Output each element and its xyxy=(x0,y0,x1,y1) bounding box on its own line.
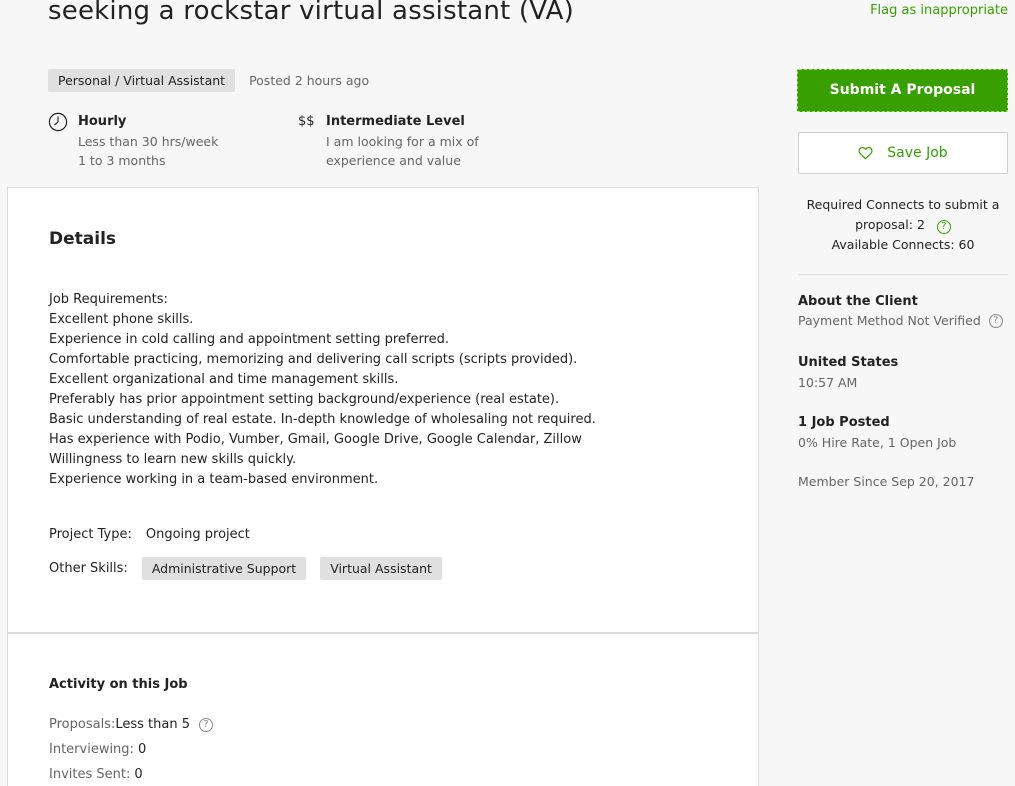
description-line: Excellent organizational and time manage… xyxy=(49,372,399,387)
dollar-level-icon: $$ xyxy=(298,114,315,129)
description-line: Has experience with Podio, Vumber, Gmail… xyxy=(49,432,582,447)
job-description: Job Requirements: Excellent phone skills… xyxy=(49,290,596,490)
level-title: Intermediate Level xyxy=(326,114,465,129)
client-jobs: 1 Job Posted 0% Hire Rate, 1 Open Job xyxy=(798,415,956,450)
job-meta-row: Personal / Virtual Assistant Posted 2 ho… xyxy=(48,69,369,92)
description-line: Basic understanding of real estate. In-d… xyxy=(49,412,596,427)
description-line: Excellent phone skills. xyxy=(49,312,194,327)
flag-inappropriate-link[interactable]: Flag as inappropriate xyxy=(870,3,1008,18)
client-member-since: Member Since Sep 20, 2017 xyxy=(798,474,974,489)
submit-proposal-button[interactable]: Submit A Proposal xyxy=(797,69,1008,112)
payment-status: Payment Method Not Verified xyxy=(798,313,981,328)
skill-tag[interactable]: Virtual Assistant xyxy=(320,557,442,580)
description-line: Willingness to learn new skills quickly. xyxy=(49,452,297,467)
client-jobs-posted: 1 Job Posted xyxy=(798,415,890,430)
description-line: Job Requirements: xyxy=(49,292,168,307)
duration: 1 to 3 months xyxy=(78,153,166,168)
invites-value: 0 xyxy=(134,767,143,782)
payment-status-row: Payment Method Not Verified ? xyxy=(798,313,1003,328)
invites-count: Invites Sent: 0 xyxy=(49,767,143,782)
sidebar-divider xyxy=(798,274,1008,275)
other-skills-label: Other Skills: xyxy=(49,561,128,576)
hourly-title: Hourly xyxy=(78,114,127,129)
proposals-label: Proposals: xyxy=(49,717,116,732)
connects-line: Required Connects to submit a xyxy=(806,197,1000,212)
project-type-row: Project Type: Ongoing project xyxy=(49,527,250,542)
job-title: seeking a rockstar virtual assistant (VA… xyxy=(48,0,574,26)
hours-per-week: Less than 30 hrs/week xyxy=(78,134,219,149)
client-hire-rate: 0% Hire Rate, 1 Open Job xyxy=(798,435,957,450)
job-details-page: seeking a rockstar virtual assistant (VA… xyxy=(0,0,1015,786)
details-panel: Details Job Requirements: Excellent phon… xyxy=(7,187,759,633)
proposals-count: Proposals: Less than 5 ? xyxy=(49,717,213,732)
hourly-feature: Hourly Less than 30 hrs/week 1 to 3 mont… xyxy=(78,112,218,170)
connects-required: proposal: 2 xyxy=(855,217,925,232)
posted-time: Posted 2 hours ago xyxy=(249,73,370,88)
help-icon[interactable]: ? xyxy=(198,717,213,732)
connects-info: Required Connects to submit a proposal: … xyxy=(798,195,1008,255)
description-line: Comfortable practicing, memorizing and d… xyxy=(49,352,578,367)
interviewing-value: 0 xyxy=(137,742,147,757)
activity-heading: Activity on this Job xyxy=(49,677,188,692)
description-line: Experience in cold calling and appointme… xyxy=(49,332,450,347)
level-desc-2: experience and value xyxy=(326,153,461,168)
connects-required-row: proposal: 2 ? xyxy=(798,215,1008,235)
activity-panel: Activity on this Job Proposals: Less tha… xyxy=(7,633,759,786)
interviewing-count: Interviewing: 0 xyxy=(49,742,146,757)
about-client-section: About the Client Payment Method Not Veri… xyxy=(798,294,1003,328)
about-client-heading: About the Client xyxy=(798,294,918,309)
connects-help-icon[interactable]: ? xyxy=(936,220,951,234)
clock-icon xyxy=(48,112,68,132)
client-local-time: 10:57 AM xyxy=(798,375,858,390)
category-tag[interactable]: Personal / Virtual Assistant xyxy=(48,69,236,92)
skill-tag[interactable]: Administrative Support xyxy=(141,557,307,580)
details-heading: Details xyxy=(49,229,117,249)
project-type-label: Project Type: xyxy=(49,527,132,542)
member-since: Member Since Sep 20, 2017 xyxy=(798,474,975,489)
invites-label: Invites Sent: xyxy=(49,767,131,782)
connects-available: Available Connects: 60 xyxy=(831,237,975,252)
client-country: United States xyxy=(798,355,899,370)
payment-help-icon[interactable]: ? xyxy=(988,313,1003,328)
description-line: Experience working in a team-based envir… xyxy=(49,472,379,487)
other-skills-row: Other Skills: Administrative Support Vir… xyxy=(49,557,442,580)
save-job-label: Save Job xyxy=(887,145,948,161)
interviewing-label: Interviewing: xyxy=(49,742,134,757)
level-desc-1: I am looking for a mix of xyxy=(326,134,479,149)
level-feature: Intermediate Level I am looking for a mi… xyxy=(326,112,479,170)
description-line: Preferably has prior appointment setting… xyxy=(49,392,560,407)
save-job-button[interactable]: Save Job xyxy=(798,132,1008,174)
project-type-value: Ongoing project xyxy=(145,527,250,542)
client-location: United States 10:57 AM xyxy=(798,355,898,390)
proposals-value: Less than 5 xyxy=(115,717,190,732)
heart-icon xyxy=(858,146,873,160)
